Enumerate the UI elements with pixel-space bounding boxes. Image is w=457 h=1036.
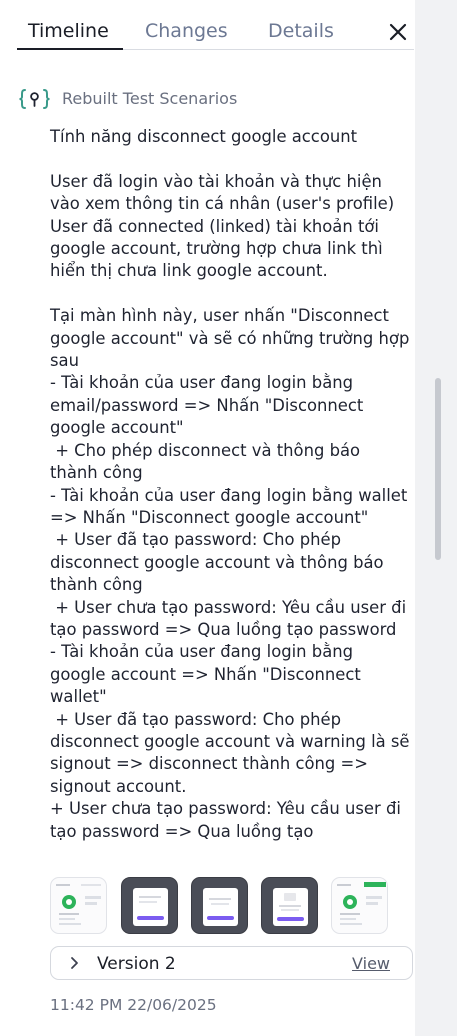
- scenario-key-icon: [19, 89, 50, 109]
- source-label: Rebuilt Test Scenarios: [62, 89, 238, 108]
- tab-timeline[interactable]: Timeline: [28, 18, 109, 44]
- attachment-thumbnail-1[interactable]: [50, 877, 107, 934]
- screen-preview-image: [203, 888, 238, 926]
- view-version-link[interactable]: View: [352, 954, 390, 974]
- close-icon: [389, 23, 407, 41]
- tab-bar: Timeline Changes Details: [0, 0, 457, 52]
- tab-details[interactable]: Details: [268, 18, 334, 44]
- timestamp: 11:42 PM 22/06/2025: [50, 996, 217, 1014]
- chevron-right-icon: [71, 957, 78, 969]
- close-button[interactable]: [386, 20, 410, 44]
- scenario-description: Tính năng disconnect google account User…: [50, 127, 410, 841]
- scrollbar-thumb[interactable]: [435, 378, 441, 560]
- active-tab-indicator: [17, 48, 123, 50]
- attachment-thumbnail-5[interactable]: [331, 877, 388, 934]
- attachment-thumbnail-3[interactable]: [191, 877, 248, 934]
- version-label: Version 2: [97, 954, 176, 974]
- tabs-divider: [123, 49, 414, 50]
- attachment-thumbnail-4[interactable]: [261, 877, 318, 934]
- screen-preview-image: [56, 884, 101, 925]
- version-row[interactable]: Version 2 View: [50, 946, 413, 980]
- attachment-thumbnail-2[interactable]: [121, 877, 178, 934]
- screen-preview-image: [133, 888, 168, 926]
- tab-changes[interactable]: Changes: [145, 18, 228, 44]
- screen-preview-image: [273, 888, 308, 926]
- screen-preview-image: [337, 882, 386, 925]
